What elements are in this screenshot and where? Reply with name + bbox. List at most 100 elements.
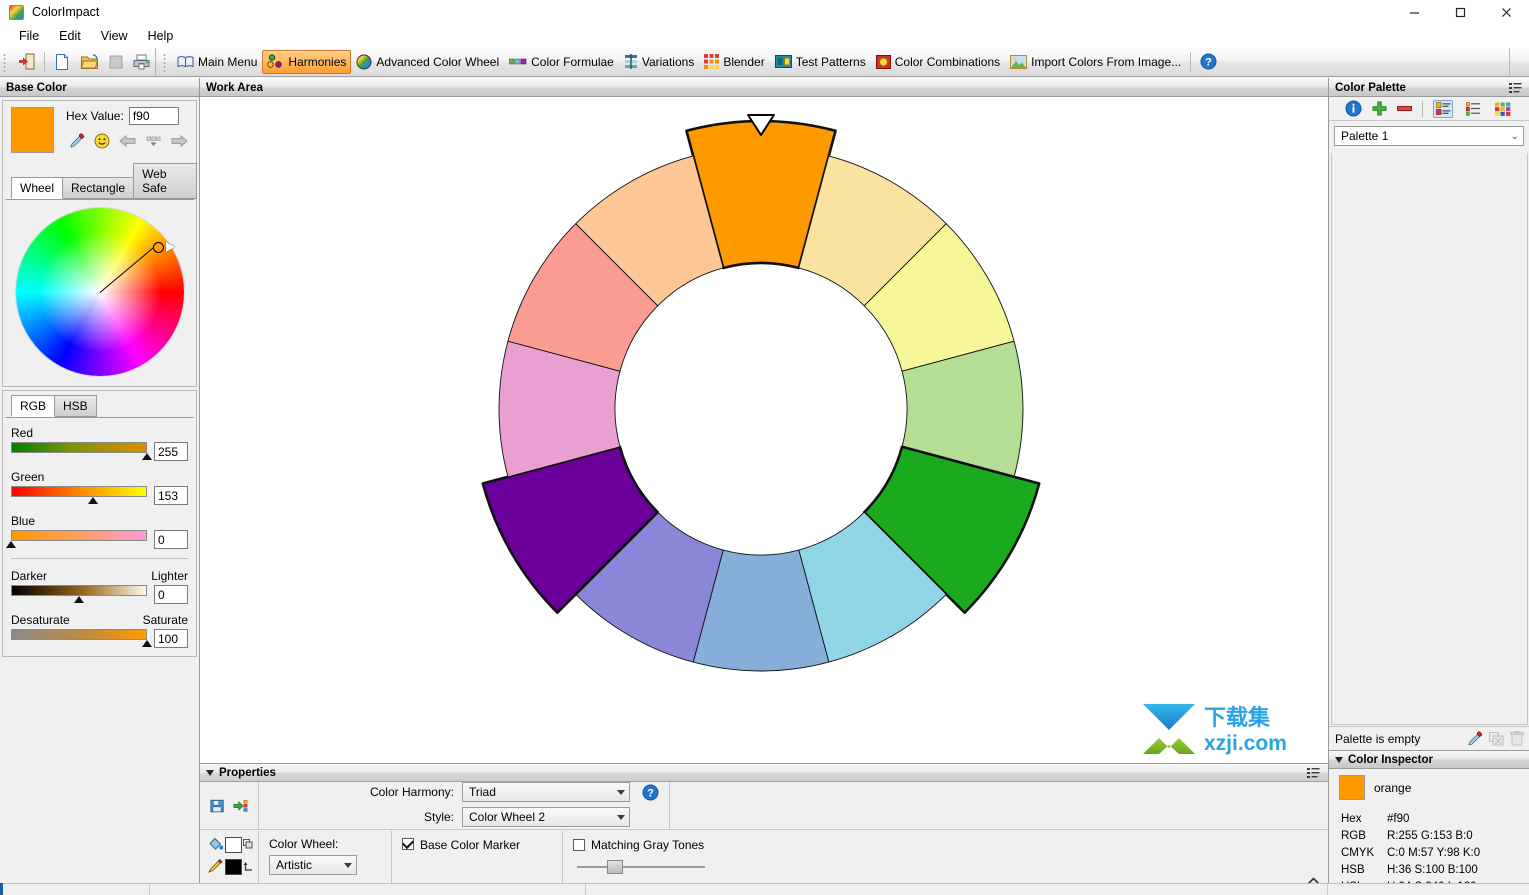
info-icon[interactable] <box>1345 100 1362 117</box>
import-colors-from-image-button[interactable]: Import Colors From Image... <box>1005 50 1186 74</box>
picker-knob[interactable] <box>152 242 164 253</box>
gray-tones-slider[interactable] <box>577 860 705 874</box>
export-arrow-icon[interactable] <box>233 798 248 814</box>
minus-icon[interactable] <box>1397 104 1412 113</box>
menu-item-edit[interactable]: Edit <box>49 27 91 45</box>
tab-hsb[interactable]: HSB <box>54 395 97 417</box>
foreground-color-swatch[interactable] <box>225 837 242 853</box>
base-color-marker-checkbox[interactable] <box>402 838 414 850</box>
color-wheel-canvas[interactable]: 下载集 xzji.com <box>200 97 1328 763</box>
slider-saturation-value[interactable] <box>154 629 188 648</box>
palette-color-list[interactable] <box>1331 153 1528 725</box>
duplicate-icon[interactable] <box>1489 731 1504 746</box>
inspector-color-swatch[interactable] <box>1337 773 1367 802</box>
help-question-icon[interactable]: ? <box>642 784 659 801</box>
exit-button[interactable] <box>12 50 40 74</box>
properties-row-harmony: Color Harmony: Triad ? Style: Color Whee… <box>200 782 1328 830</box>
pencil-icon[interactable] <box>208 859 223 873</box>
gray-tones-slider-knob[interactable] <box>607 860 623 874</box>
color-harmony-select[interactable]: Triad <box>462 782 630 802</box>
properties-header[interactable]: Properties <box>200 764 1328 782</box>
inspector-value-rgb: R:255 G:153 B:0 <box>1387 829 1473 842</box>
slider-blue-value[interactable] <box>154 530 188 549</box>
advanced-color-wheel-button[interactable]: Advanced Color Wheel <box>351 50 504 74</box>
tab-wheel[interactable]: Wheel <box>11 177 64 199</box>
left-panel: Base Color Hex Value: f90 Wheel Rectangl… <box>0 78 200 895</box>
main-menu-button[interactable]: Main Menu <box>172 50 262 74</box>
save-button[interactable] <box>103 50 128 74</box>
new-button[interactable] <box>48 50 75 74</box>
plus-icon[interactable] <box>1372 101 1387 116</box>
slider-blue-track[interactable] <box>11 530 147 541</box>
blender-button[interactable]: Blender <box>699 50 769 74</box>
slider-saturate-label: Saturate <box>142 613 188 627</box>
slider-blue-thumb[interactable] <box>6 541 16 548</box>
slider-blue-label: Blue <box>11 514 36 528</box>
open-button[interactable] <box>75 50 103 74</box>
slider-green-thumb[interactable] <box>87 497 98 504</box>
eyedropper-icon[interactable] <box>1467 730 1483 747</box>
slider-green-track[interactable] <box>11 486 147 497</box>
slider-green-value[interactable] <box>154 486 188 505</box>
panel-menu-icon[interactable] <box>1307 767 1320 779</box>
tab-web-safe[interactable]: Web Safe <box>133 163 197 199</box>
background-color-swatch[interactable] <box>225 859 242 875</box>
trash-icon[interactable] <box>1510 731 1524 746</box>
tab-rectangle[interactable]: Rectangle <box>62 177 135 199</box>
help-button[interactable]: ? <box>1195 50 1222 74</box>
hsb-picker-wheel[interactable] <box>15 208 184 376</box>
harmonies-label: Harmonies <box>288 54 347 69</box>
matching-gray-tones-checkbox[interactable] <box>573 839 585 851</box>
color-wheel-select[interactable]: Artistic <box>269 855 357 875</box>
menu-item-view[interactable]: View <box>91 27 138 45</box>
harmonies-button[interactable]: Harmonies <box>262 49 352 74</box>
paint-bucket-icon[interactable] <box>208 837 223 851</box>
slider-red-thumb[interactable] <box>142 453 152 460</box>
slider-lightness-thumb[interactable] <box>74 596 84 603</box>
toolbar-grip-icon[interactable] <box>162 51 169 72</box>
harmony-color-wheel[interactable] <box>200 97 1328 763</box>
hex-value-input[interactable] <box>128 107 179 125</box>
menu-item-file[interactable]: File <box>9 27 49 45</box>
toolbar-grip-icon[interactable] <box>2 51 9 72</box>
chevron-down-icon[interactable] <box>1335 756 1343 763</box>
slider-red-value[interactable] <box>154 442 188 461</box>
maximize-icon[interactable] <box>1437 0 1483 24</box>
swap-arrow-icon[interactable] <box>243 861 254 872</box>
color-combinations-button[interactable]: Color Combinations <box>871 50 1005 74</box>
eyedropper-icon[interactable] <box>69 133 85 149</box>
style-select[interactable]: Color Wheel 2 <box>462 807 630 827</box>
close-icon[interactable] <box>1483 0 1529 24</box>
slider-saturation-thumb[interactable] <box>142 640 152 647</box>
print-button[interactable] <box>127 50 155 74</box>
tab-rgb[interactable]: RGB <box>11 395 56 417</box>
properties-title: Properties <box>219 766 276 779</box>
minimize-icon[interactable] <box>1391 0 1437 24</box>
arrow-right-icon[interactable] <box>171 134 188 148</box>
base-color-swatch[interactable] <box>9 105 56 155</box>
matching-gray-tones-row[interactable]: Matching Gray Tones <box>573 838 704 852</box>
color-formulae-button[interactable]: Color Formulae <box>504 50 619 74</box>
slider-lightness-track[interactable] <box>11 585 147 596</box>
channel-tabs: RGB HSB <box>3 391 196 417</box>
menu-item-help[interactable]: Help <box>138 27 184 45</box>
slider-saturation-track[interactable] <box>11 629 147 640</box>
slider-lightness-value[interactable] <box>154 585 188 604</box>
panel-menu-icon[interactable] <box>1509 82 1522 94</box>
chevron-down-icon[interactable] <box>206 769 214 776</box>
save-disk-icon[interactable] <box>210 798 224 814</box>
arrow-left-icon[interactable] <box>119 134 136 148</box>
view-small-list[interactable] <box>1463 100 1483 118</box>
slider-red-track[interactable] <box>11 442 147 453</box>
view-large-list[interactable] <box>1433 99 1453 118</box>
colorimpact-logo-icon <box>9 4 24 20</box>
history-grid-icon[interactable] <box>145 134 162 148</box>
palette-select[interactable]: Palette 1 ⌄ <box>1334 126 1524 146</box>
copy-icon[interactable] <box>243 839 253 849</box>
test-patterns-button[interactable]: Test Patterns <box>770 50 871 74</box>
smiley-icon[interactable] <box>94 133 110 149</box>
variations-button[interactable]: Variations <box>619 50 699 74</box>
import-colors-label: Import Colors From Image... <box>1031 54 1182 69</box>
view-grid[interactable] <box>1493 100 1513 118</box>
color-inspector-header[interactable]: Color Inspector <box>1329 750 1529 769</box>
